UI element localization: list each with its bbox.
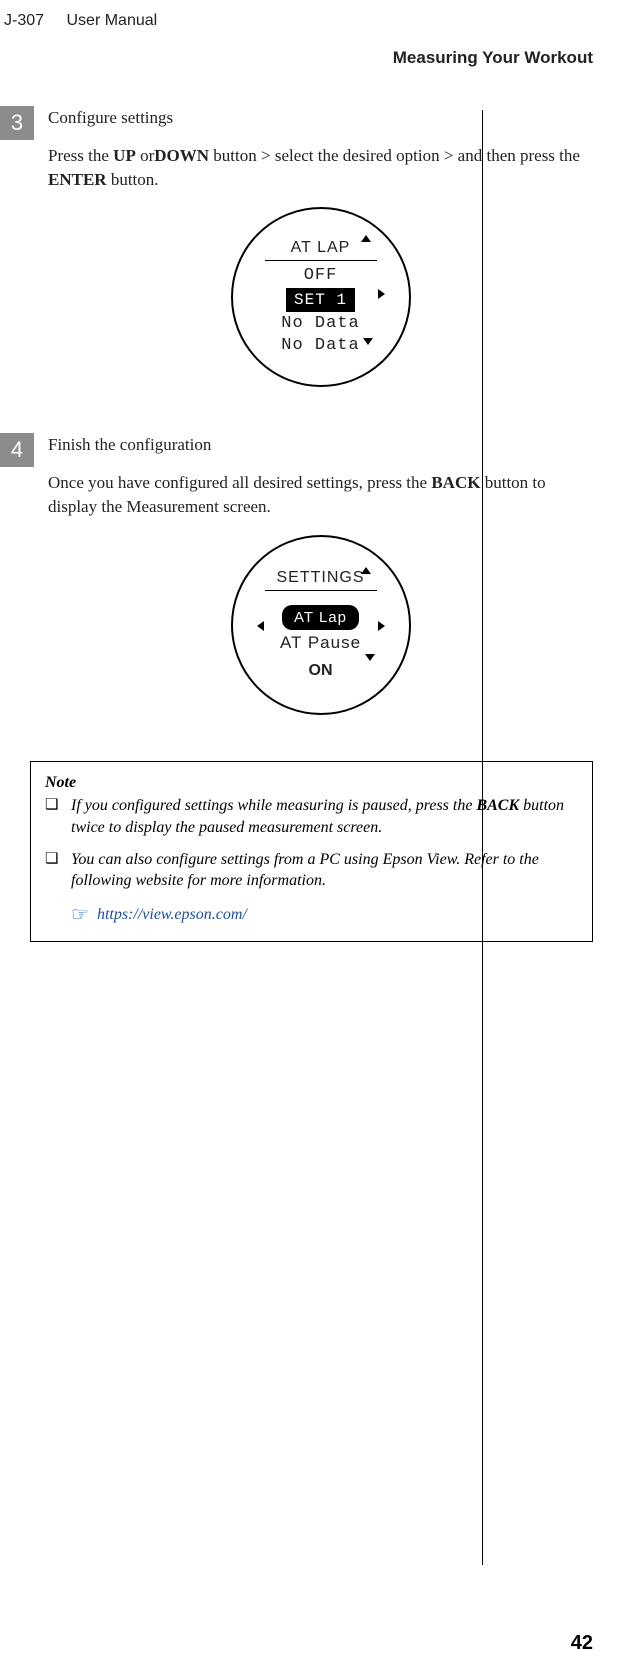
arrow-right-icon bbox=[378, 289, 385, 299]
note-title: Note bbox=[45, 772, 578, 794]
back-button-ref: BACK bbox=[431, 473, 480, 492]
text: If you configured settings while measuri… bbox=[71, 797, 476, 814]
note-item-1: ❏ If you configured settings while measu… bbox=[45, 795, 578, 838]
text: or bbox=[136, 146, 154, 165]
breadcrumb: Measuring Your Workout bbox=[0, 38, 623, 88]
step-title: Configure settings bbox=[48, 106, 593, 130]
bullet-icon: ❏ bbox=[45, 849, 71, 892]
up-button-ref: UP bbox=[113, 146, 136, 165]
enter-button-ref: ENTER bbox=[48, 170, 107, 189]
screen-option-nodata1: No Data bbox=[281, 313, 359, 335]
note-text: If you configured settings while measuri… bbox=[71, 795, 578, 838]
product-code: J-307 bbox=[4, 12, 44, 29]
step-number-badge: 3 bbox=[0, 106, 34, 140]
text: Press the bbox=[48, 146, 113, 165]
step-body: Configure settings Press the UP orDOWN b… bbox=[34, 106, 593, 415]
screen-option-selected: SET 1 bbox=[286, 288, 355, 312]
step-3: 3 Configure settings Press the UP orDOWN… bbox=[0, 106, 593, 415]
device-screen-atlap: AT LAP OFF SET 1 No Data No Data bbox=[231, 207, 411, 387]
arrow-up-icon bbox=[361, 235, 371, 242]
screen-option-nodata2: No Data bbox=[281, 335, 359, 357]
content-area: 3 Configure settings Press the UP orDOWN… bbox=[0, 88, 623, 942]
step-title: Finish the configuration bbox=[48, 433, 593, 457]
step-number-badge: 4 bbox=[0, 433, 34, 467]
down-button-ref: DOWN bbox=[154, 146, 209, 165]
device-screen-settings: SETTINGS AT Lap AT Pause ON bbox=[231, 535, 411, 715]
note-item-2: ❏ You can also configure settings from a… bbox=[45, 849, 578, 892]
arrow-right-icon bbox=[378, 621, 385, 631]
arrow-left-icon bbox=[257, 621, 264, 631]
text: button. bbox=[107, 170, 159, 189]
step-body: Finish the configuration Once you have c… bbox=[34, 433, 593, 742]
epson-view-link[interactable]: https://view.epson.com/ bbox=[97, 904, 247, 926]
steps-column: 3 Configure settings Press the UP orDOWN… bbox=[0, 106, 593, 942]
screen-option-off: OFF bbox=[304, 265, 338, 287]
step-description: Once you have configured all desired set… bbox=[48, 471, 593, 519]
bullet-icon: ❏ bbox=[45, 795, 71, 838]
arrow-down-icon bbox=[365, 654, 375, 661]
link-row: ☞ https://view.epson.com/ bbox=[45, 902, 578, 929]
column-divider bbox=[482, 110, 483, 1565]
screen-option-atpause: AT Pause bbox=[280, 632, 361, 654]
step-4: 4 Finish the configuration Once you have… bbox=[0, 433, 593, 742]
text: button > select the desired option > and… bbox=[209, 146, 580, 165]
arrow-down-icon bbox=[363, 338, 373, 345]
screen-bottom-status: ON bbox=[309, 660, 333, 682]
note-box: Note ❏ If you configured settings while … bbox=[30, 761, 593, 942]
page-number: 42 bbox=[571, 1632, 593, 1655]
note-text: You can also configure settings from a P… bbox=[71, 849, 578, 892]
header-top: J-307 User Manual bbox=[0, 0, 623, 38]
step-description: Press the UP orDOWN button > select the … bbox=[48, 144, 593, 192]
text: Once you have configured all desired set… bbox=[48, 473, 431, 492]
pointer-icon: ☞ bbox=[71, 902, 89, 929]
arrow-up-icon bbox=[361, 567, 371, 574]
screen-option-selected: AT Lap bbox=[282, 605, 359, 630]
manual-label: User Manual bbox=[66, 12, 157, 29]
